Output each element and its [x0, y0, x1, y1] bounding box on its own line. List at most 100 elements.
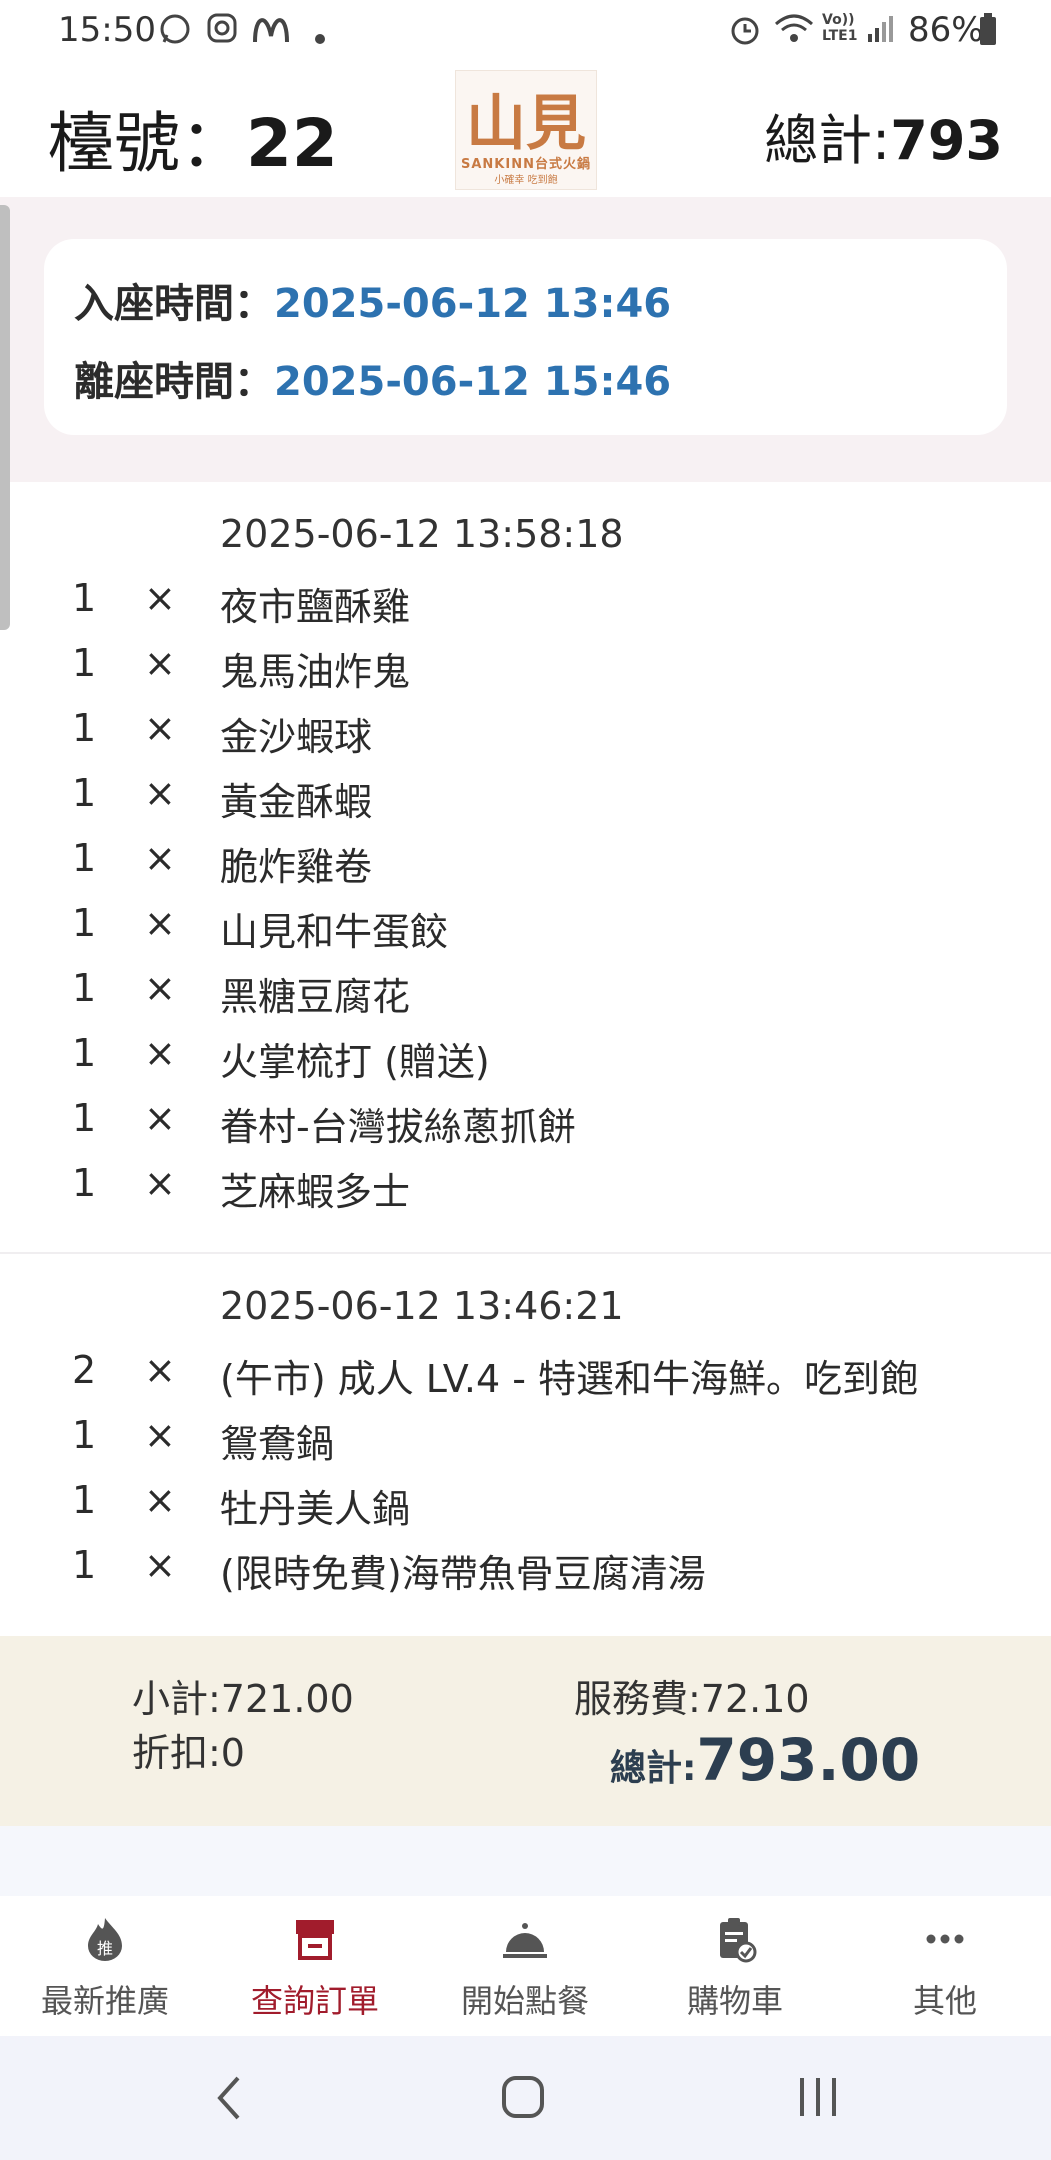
- checkin-row: 入座時間：2025-06-12 13:46: [74, 271, 671, 329]
- restaurant-logo: 山見 SANKINN台式火鍋 小確幸 吃到飽: [455, 70, 597, 190]
- item-qty: 1: [72, 836, 97, 880]
- item-name: 鬼馬油炸鬼: [220, 650, 411, 694]
- item-name: 眷村-台灣拔絲蔥抓餅: [220, 1105, 576, 1149]
- table-number: 檯號：22: [48, 90, 338, 186]
- item-name: 夜市鹽酥雞: [220, 585, 411, 629]
- item-qty: 1: [72, 576, 97, 620]
- item-name: 黃金酥蝦: [220, 780, 373, 824]
- item-name: 牡丹美人鍋: [220, 1487, 411, 1531]
- nav-label: 其他: [912, 1982, 977, 2020]
- times-sign: ×: [144, 901, 176, 945]
- list-item: 1 × 芝麻蝦多士: [0, 1161, 1051, 1226]
- times-sign: ×: [144, 1096, 176, 1140]
- nav-item-promotions[interactable]: 推 最新推廣: [0, 1896, 210, 2036]
- item-qty: 1: [72, 901, 97, 945]
- item-name: 芝麻蝦多士: [220, 1170, 411, 1214]
- item-qty: 1: [72, 966, 97, 1010]
- dot-icon: [314, 18, 326, 53]
- list-item: 1 × 金沙蝦球: [0, 706, 1051, 771]
- logo-subtitle: 小確幸 吃到飽: [494, 175, 558, 186]
- grand-total-label: 總計:: [610, 1748, 697, 1789]
- times-sign: ×: [144, 1161, 176, 1205]
- logo-english: SANKINN台式火鍋: [461, 157, 591, 172]
- nav-item-start-ordering[interactable]: 開始點餐: [420, 1896, 630, 2036]
- times-sign: ×: [144, 1413, 176, 1457]
- whatsapp-icon: [158, 12, 192, 54]
- status-bar: 15:50 Vo)) LTE1 86%: [0, 0, 1051, 62]
- table-value: 22: [246, 105, 338, 182]
- item-name: (午市) 成人 LV.4 - 特選和牛海鮮。吃到飽: [220, 1357, 919, 1401]
- content-spacer: [0, 1826, 1051, 1896]
- times-sign: ×: [144, 966, 176, 1010]
- checkout-label: 離座時間：: [74, 359, 274, 405]
- list-item: 1 × 黑糖豆腐花: [0, 966, 1051, 1031]
- nav-label: 購物車: [686, 1982, 783, 2020]
- recent-apps-icon[interactable]: [796, 2074, 840, 2124]
- times-sign: ×: [144, 576, 176, 620]
- signal-icon: [866, 12, 896, 52]
- item-qty: 1: [72, 1543, 97, 1587]
- header-total-value: 793: [890, 109, 1003, 172]
- times-sign: ×: [144, 706, 176, 750]
- promo-flame-icon: 推: [80, 1914, 130, 1964]
- order-summary: 小計:721.00 服務費:72.10 折扣:0 總計:793.00: [0, 1636, 1051, 1826]
- item-name: 火掌梳打 (贈送): [220, 1040, 490, 1084]
- times-sign: ×: [144, 1348, 176, 1392]
- battery-icon: [978, 12, 998, 54]
- volte-icon: Vo)) LTE1: [822, 12, 858, 44]
- list-item: 1 × 火掌梳打 (贈送): [0, 1031, 1051, 1096]
- list-item: 1 × (限時免費)海帶魚骨豆腐清湯: [0, 1543, 1051, 1608]
- list-item: 1 × 山見和牛蛋餃: [0, 901, 1051, 966]
- back-icon[interactable]: [210, 2074, 250, 2126]
- item-name: (限時免費)海帶魚骨豆腐清湯: [220, 1552, 706, 1596]
- item-name: 鴛鴦鍋: [220, 1422, 335, 1466]
- system-nav-bar: [0, 2036, 1051, 2160]
- home-icon[interactable]: [500, 2074, 546, 2124]
- item-qty: 1: [72, 1413, 97, 1457]
- item-qty: 1: [72, 641, 97, 685]
- item-qty: 1: [72, 771, 97, 815]
- mcdonalds-icon: [252, 12, 290, 52]
- nav-item-cart[interactable]: 購物車: [630, 1896, 840, 2036]
- list-item: 1 × 牡丹美人鍋: [0, 1478, 1051, 1543]
- list-item: 1 × 黃金酥蝦: [0, 771, 1051, 836]
- list-item: 1 × 鬼馬油炸鬼: [0, 641, 1051, 706]
- item-qty: 1: [72, 1096, 97, 1140]
- order-timestamp: 2025-06-12 13:46:21: [220, 1284, 624, 1328]
- list-item: 1 × 眷村-台灣拔絲蔥抓餅: [0, 1096, 1051, 1161]
- cloche-icon: [500, 1914, 550, 1964]
- time-section: 入座時間：2025-06-12 13:46 離座時間：2025-06-12 15…: [0, 197, 1051, 482]
- item-qty: 2: [72, 1348, 97, 1392]
- times-sign: ×: [144, 771, 176, 815]
- order-group: 2025-06-12 13:58:18 1 × 夜市鹽酥雞 1 × 鬼馬油炸鬼 1 × 金沙…: [0, 482, 1051, 1252]
- item-qty: 1: [72, 706, 97, 750]
- checkout-value: 2025-06-12 15:46: [274, 359, 672, 405]
- item-name: 脆炸雞卷: [220, 845, 373, 889]
- app-header: 檯號：22 山見 SANKINN台式火鍋 小確幸 吃到飽 總計:793: [0, 62, 1051, 197]
- order-timestamp: 2025-06-12 13:58:18: [220, 512, 624, 556]
- item-qty: 1: [72, 1031, 97, 1075]
- header-total: 總計:793: [764, 96, 1003, 175]
- item-qty: 1: [72, 1478, 97, 1522]
- status-time: 15:50: [58, 10, 156, 50]
- times-sign: ×: [144, 836, 176, 880]
- item-name: 山見和牛蛋餃: [220, 910, 449, 954]
- nav-item-orders[interactable]: 查詢訂單: [210, 1896, 420, 2036]
- clipboard-check-icon: [710, 1914, 760, 1964]
- more-dots-icon: [920, 1914, 970, 1964]
- time-card: 入座時間：2025-06-12 13:46 離座時間：2025-06-12 15…: [44, 239, 1007, 435]
- nav-label: 開始點餐: [460, 1982, 589, 2020]
- checkin-value: 2025-06-12 13:46: [274, 281, 672, 327]
- grand-total-value: 793.00: [696, 1726, 921, 1794]
- item-name: 金沙蝦球: [220, 715, 373, 759]
- nav-label: 最新推廣: [40, 1982, 169, 2020]
- service-fee: 服務費:72.10: [574, 1677, 810, 1721]
- times-sign: ×: [144, 641, 176, 685]
- times-sign: ×: [144, 1031, 176, 1075]
- bottom-nav: 推 最新推廣 查詢訂單 開始點餐 購物車 其他: [0, 1896, 1051, 2036]
- discount: 折扣:0: [132, 1731, 245, 1775]
- list-item: 1 × 夜市鹽酥雞: [0, 576, 1051, 641]
- table-label: 檯號：: [48, 105, 246, 182]
- nav-item-more[interactable]: 其他: [840, 1896, 1050, 2036]
- wifi-icon: [774, 12, 814, 52]
